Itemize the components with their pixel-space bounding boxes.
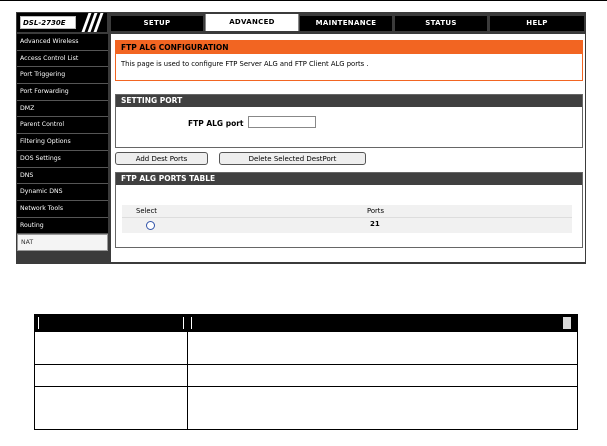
table-cell [34,364,188,387]
sidebar-item-advanced-wireless[interactable]: Advanced Wireless [17,34,108,51]
ftp-alg-config-section: FTP ALG CONFIGURATION This page is used … [115,40,583,81]
page-top-rule [0,0,607,1]
column-header-select: Select [136,207,157,215]
column-header-ports: Ports [367,207,385,215]
document-table [34,314,578,430]
sidebar-item-routing[interactable]: Routing [17,217,108,235]
tab-help[interactable]: HELP [490,16,584,31]
document-table-header [34,314,578,332]
main-content: FTP ALG CONFIGURATION This page is used … [111,34,585,262]
table-cell [187,331,578,365]
ftp-alg-ports-table-section: FTP ALG PORTS TABLE Select Ports 21 [115,172,583,248]
table-cell [187,364,578,387]
sidebar-item-filtering-options[interactable]: Filtering Options [17,134,108,151]
section-title: SETTING PORT [116,95,582,107]
section-title: FTP ALG PORTS TABLE [116,173,582,185]
sidebar-item-access-control-list[interactable]: Access Control List [17,50,108,68]
table-row [34,364,578,387]
table-row [34,331,578,365]
sidebar-item-dynamic-dns[interactable]: Dynamic DNS [17,184,108,201]
delete-selected-destport-button[interactable]: Delete Selected DestPort [219,152,366,165]
sidebar-item-port-forwarding[interactable]: Port Forwarding [17,84,108,101]
header-cell [34,314,188,332]
sidebar-item-dos-settings[interactable]: DOS Settings [17,150,108,168]
table-divider [122,217,572,218]
tab-setup[interactable]: SETUP [111,16,203,31]
sidebar-item-network-tools[interactable]: Network Tools [17,200,108,218]
setting-port-section: SETTING PORT FTP ALG port [115,94,583,148]
table-cell [34,331,188,365]
model-label: DSL-2730E [20,16,76,29]
sidebar-nav: Advanced Wireless Access Control List Po… [17,34,108,251]
add-dest-ports-button[interactable]: Add Dest Ports [115,152,208,165]
tab-status[interactable]: STATUS [395,16,487,31]
router-admin-panel: DSL-2730E SETUP ADVANCED MAINTENANCE STA… [16,12,586,264]
table-cell [187,386,578,430]
port-value-cell: 21 [370,220,380,228]
sidebar-item-dns[interactable]: DNS [17,167,108,185]
sidebar-item-nat[interactable]: NAT [17,234,108,251]
sidebar-item-parent-control[interactable]: Parent Control [17,117,108,135]
sidebar-item-port-triggering[interactable]: Port Triggering [17,67,108,85]
sidebar-item-dmz[interactable]: DMZ [17,100,108,118]
ports-table: Select Ports 21 [122,205,572,233]
table-cell [34,386,188,430]
row-select-radio[interactable] [146,221,155,230]
ftp-alg-port-input[interactable] [248,116,316,128]
header-cell [187,314,578,332]
brand-logo: DSL-2730E [17,13,107,32]
ftp-alg-port-label: FTP ALG port [188,119,244,128]
section-description: This page is used to configure FTP Serve… [121,60,369,68]
tab-maintenance[interactable]: MAINTENANCE [300,16,392,31]
tab-advanced[interactable]: ADVANCED [205,14,299,31]
table-row [34,386,578,430]
section-title: FTP ALG CONFIGURATION [116,41,582,54]
